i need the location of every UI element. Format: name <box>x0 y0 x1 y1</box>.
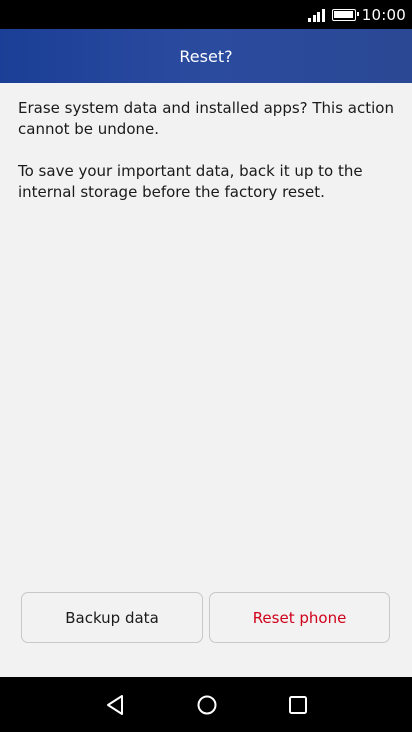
signal-icon <box>307 8 325 22</box>
page-title: Reset? <box>179 46 233 66</box>
reset-phone-button[interactable]: Reset phone <box>209 592 390 643</box>
screen: 10:00 Reset? Erase system data and insta… <box>0 0 412 732</box>
status-icons: 10:00 <box>307 0 406 29</box>
message-backup-hint: To save your important data, back it up … <box>18 162 363 201</box>
message-warning: Erase system data and installed apps? Th… <box>18 99 394 138</box>
navigation-bar <box>0 677 412 732</box>
dialog-message: Erase system data and installed apps? Th… <box>18 98 398 224</box>
backup-data-button[interactable]: Backup data <box>21 592 203 643</box>
status-bar: 10:00 <box>0 0 412 29</box>
back-icon[interactable] <box>101 691 129 719</box>
recents-icon[interactable] <box>284 691 312 719</box>
home-icon[interactable] <box>193 691 221 719</box>
battery-icon <box>331 8 359 21</box>
title-bar: Reset? <box>0 29 412 83</box>
status-time: 10:00 <box>361 5 406 24</box>
